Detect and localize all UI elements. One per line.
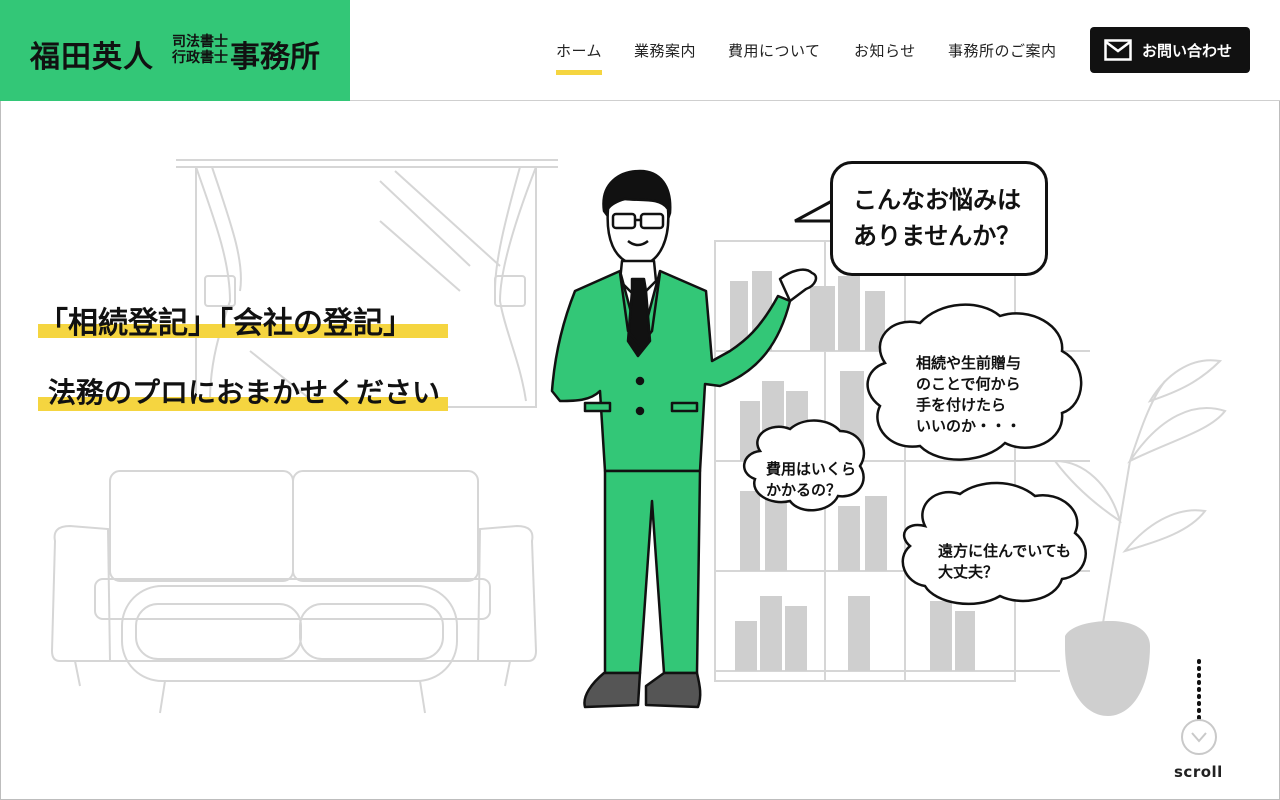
contact-button-label: お問い合わせ [1142,41,1233,60]
nav-item-fees[interactable]: 費用について [728,40,821,61]
nav-item-office[interactable]: 事務所のご案内 [948,40,1057,61]
worry-inheritance: 相続や生前贈与 のことで何から 手を付けたら いいのか・・・ [916,353,1021,437]
speech-bubble: こんなお悩みは ありませんか？ [830,161,1048,276]
worry-inheritance-line: のことで何から [916,375,1021,393]
site-header: 福田英人 司法書士 行政書士 事務所 ホーム 業務案内 費用について お知らせ … [0,0,1280,101]
logo-name: 福田英人 [30,40,154,75]
hero-catchphrase-1: 「相続登記」「会社の登記」 [38,298,448,341]
mail-icon [1104,39,1132,61]
scroll-label: scroll [1174,763,1223,781]
nav-item-home[interactable]: ホーム [556,40,603,75]
worry-distance-line: 遠方に住んでいても [938,542,1072,560]
worry-inheritance-line: 手を付けたら [916,396,1007,414]
worry-cost-line: 費用はいくら [766,460,857,478]
speech-tail [794,199,834,223]
site-logo[interactable]: 福田英人 司法書士 行政書士 事務所 [0,0,350,101]
worry-cost: 費用はいくら かかるの？ [766,459,856,501]
worry-inheritance-line: 相続や生前贈与 [916,354,1022,372]
hero-catchphrase-2: 法務のプロにおまかせください [38,371,448,411]
contact-button[interactable]: お問い合わせ [1090,27,1250,73]
nav-item-services[interactable]: 業務案内 [634,40,696,61]
logo-title-judicial: 司法書士 [172,34,228,50]
worry-distance-line: 大丈夫？ [938,563,999,581]
catchphrase-1-text: 「相続登記」「会社の登記」 [38,306,413,341]
logo-title-administrative: 行政書士 [172,50,228,66]
scroll-indicator[interactable]: scroll [1174,659,1224,784]
chevron-down-icon [1181,719,1217,755]
scroll-track [1181,659,1217,755]
speech-line-1: こんなお悩みは [853,186,1021,214]
logo-titles: 司法書士 行政書士 [172,34,228,66]
worry-distance: 遠方に住んでいても 大丈夫？ [938,541,1071,583]
hero-illustration [50,159,1227,716]
hero-section: 「相続登記」「会社の登記」 法務のプロにおまかせください こんなお悩みは ありま… [0,101,1280,800]
speech-line-2: ありませんか？ [853,222,1021,250]
worry-inheritance-line: いいのか・・・ [916,417,1022,435]
worry-cost-line: かかるの？ [766,481,842,499]
catchphrase-2-text: 法務のプロにおまかせください [48,376,441,409]
nav-item-news[interactable]: お知らせ [854,40,916,61]
logo-office: 事務所 [230,40,320,75]
